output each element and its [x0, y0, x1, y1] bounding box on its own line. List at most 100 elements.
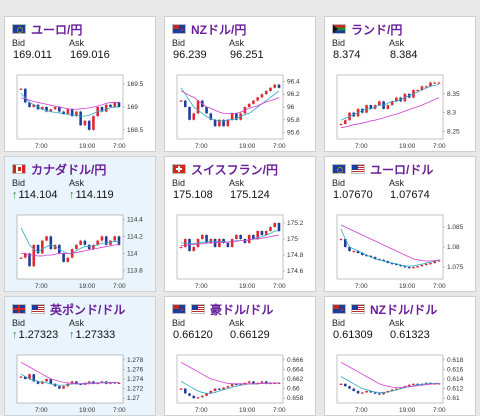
- candle: [117, 102, 121, 107]
- bid-label: Bid: [172, 178, 186, 188]
- candle: [277, 84, 281, 88]
- pair-title[interactable]: スイスフラン/円: [172, 161, 278, 177]
- x-tick-label: 7:00: [113, 283, 126, 290]
- rate-card[interactable]: NZドル/円 Bid Ask 96.239 96.251 96.4 96.2 96 95.8 95…: [164, 16, 316, 152]
- candle: [45, 236, 48, 241]
- candle: [188, 107, 191, 120]
- candle: [109, 104, 112, 107]
- candle: [260, 231, 264, 235]
- price-chart[interactable]: 1.085 1.08 1.075 7:00 19:00 7:00: [325, 211, 475, 291]
- x-tick-label: 7:00: [35, 407, 48, 414]
- plot-area: [336, 214, 444, 280]
- price-chart[interactable]: 8.35 8.3 8.25 7:00 19:00 7:00: [325, 71, 475, 151]
- y-tick-label: 1.272: [127, 386, 144, 393]
- rate-card[interactable]: 英ポンド/ドル Bid Ask ↑1.27323 ↑1.27333 1.278 1.276 1…: [4, 296, 156, 416]
- x-tick-label: 7:00: [195, 143, 208, 150]
- rate-card[interactable]: ユーロ/ドル Bid Ask 1.07670 1.07674 1.085 1.08 1.075…: [324, 156, 476, 292]
- candle: [183, 100, 187, 107]
- candle: [87, 244, 91, 250]
- pair-title[interactable]: ユーロ/円: [12, 21, 82, 37]
- candle: [117, 382, 121, 385]
- ask-label: Ask: [69, 38, 85, 48]
- price-chart[interactable]: 114.4 114.2 114 113.8 7:00 19:00 7:00: [5, 211, 155, 291]
- candle: [437, 82, 441, 84]
- x-tick-label: 7:00: [273, 143, 286, 150]
- plot-area: [336, 354, 444, 404]
- y-tick-label: 1.27: [127, 395, 140, 402]
- us-flag-icon: [351, 164, 365, 174]
- rate-card[interactable]: カナダドル/円 Bid Ask ↑114.104 ↑114.119 114.4 114.2 1…: [4, 156, 156, 292]
- rate-card[interactable]: 豪ドル/ドル Bid Ask 0.66120 0.66129 0.666 0.664 0.66…: [164, 296, 316, 416]
- candle: [403, 266, 407, 268]
- y-tick-label: 168.5: [127, 127, 144, 134]
- ask-value: ↑1.27333: [69, 329, 116, 341]
- candle: [19, 257, 23, 259]
- bid-label: Bid: [172, 318, 186, 328]
- ch-flag-icon: [172, 164, 186, 174]
- x-tick-label: 7:00: [355, 283, 368, 290]
- candle: [83, 240, 87, 245]
- eu-flag-icon: [332, 164, 346, 174]
- ask-label: Ask: [389, 318, 405, 328]
- y-tick-label: 114: [127, 250, 138, 257]
- candle: [230, 239, 234, 247]
- price-chart[interactable]: 175.2 175 174.8 174.6 7:00 19:00 7:00: [165, 211, 315, 291]
- candle: [213, 119, 217, 127]
- price-chart[interactable]: 0.6660.6640.6620.660.6587:00 19:00 7:00: [165, 351, 315, 415]
- candle: [424, 263, 428, 265]
- plot-area: [176, 354, 284, 404]
- price-chart[interactable]: 96.496.29695.895.67:00 19:00 7:00: [165, 71, 315, 151]
- y-tick-label: 0.612: [447, 386, 464, 393]
- pair-title[interactable]: NZドル/円: [172, 21, 246, 37]
- x-tick-label: 19:00: [79, 407, 96, 414]
- y-tick-label: 0.66: [287, 386, 300, 393]
- price-chart[interactable]: 169.5 169 168.5 7:00 19:00 7:00: [5, 71, 155, 151]
- pair-name[interactable]: NZドル/円: [191, 21, 246, 38]
- pair-name[interactable]: NZドル/ドル: [370, 301, 437, 318]
- price-chart[interactable]: 0.6180.6160.6140.6120.617:00 19:00 7:00: [325, 351, 475, 415]
- ask-value: 8.384: [390, 49, 418, 61]
- pair-name[interactable]: 豪ドル/ドル: [210, 301, 273, 318]
- rate-card[interactable]: ユーロ/円 Bid Ask 169.011 169.016 169.5 169 168.5 7:…: [4, 16, 156, 152]
- pair-title[interactable]: 英ポンド/ドル: [12, 301, 125, 317]
- bid-value: 96.239: [173, 49, 207, 61]
- y-tick-label: 113.8: [127, 267, 143, 274]
- pair-title[interactable]: NZドル/ドル: [332, 301, 437, 317]
- x-tick-label: 19:00: [239, 143, 256, 150]
- y-tick-label: 1.075: [447, 264, 464, 271]
- rate-card[interactable]: スイスフラン/円 Bid Ask 175.108 175.124 175.2 175 174.…: [164, 156, 316, 292]
- candle: [269, 227, 272, 231]
- pair-name[interactable]: 英ポンド/ドル: [50, 301, 125, 318]
- pair-title[interactable]: カナダドル/円: [12, 161, 106, 177]
- pair-name[interactable]: ユーロ/円: [31, 21, 82, 38]
- pair-title[interactable]: 豪ドル/ドル: [172, 301, 273, 317]
- rate-card[interactable]: ランド/円 Bid Ask 8.374 8.384 8.35 8.3 8.25 7:00 19:0…: [324, 16, 476, 152]
- us-flag-icon: [351, 304, 365, 314]
- bid-label: Bid: [332, 38, 346, 48]
- candle: [273, 223, 277, 227]
- price-chart[interactable]: 1.2781.2761.2741.2721.277:00 19:00 7:00: [5, 351, 155, 415]
- x-tick-label: 19:00: [399, 407, 416, 414]
- pair-name[interactable]: カナダドル/円: [31, 161, 106, 178]
- candle: [79, 240, 82, 245]
- pair-title[interactable]: ランド/円: [332, 21, 402, 37]
- au-flag-icon: [172, 304, 186, 314]
- ask-value: 175.124: [230, 189, 270, 201]
- bid-label: Bid: [12, 318, 26, 328]
- y-tick-label: 8.25: [447, 128, 460, 135]
- x-tick-label: 19:00: [79, 283, 96, 290]
- candle: [213, 388, 217, 391]
- pair-name[interactable]: ランド/円: [351, 21, 402, 38]
- y-tick-label: 0.666: [287, 357, 304, 364]
- pair-title[interactable]: ユーロ/ドル: [332, 161, 433, 177]
- pair-name[interactable]: スイスフラン/円: [191, 161, 278, 178]
- rate-card[interactable]: NZドル/ドル Bid Ask 0.61309 0.61323 0.618 0.616 0.6…: [324, 296, 476, 416]
- pair-name[interactable]: ユーロ/ドル: [370, 161, 433, 178]
- candle: [62, 386, 65, 389]
- candle: [104, 236, 108, 245]
- candle: [66, 257, 70, 262]
- ask-value: ↑114.119: [69, 189, 114, 201]
- x-tick-label: 7:00: [113, 143, 126, 150]
- candle: [92, 116, 95, 130]
- candle: [201, 235, 204, 239]
